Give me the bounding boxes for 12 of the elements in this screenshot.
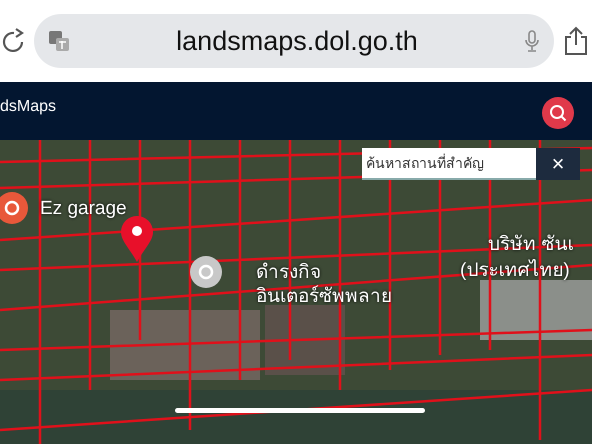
search-icon	[549, 104, 567, 122]
close-button[interactable]: ×	[536, 148, 580, 180]
url-text: landsmaps.dol.go.th	[175, 26, 419, 56]
share-icon[interactable]	[564, 26, 588, 56]
satellite-map-drawing[interactable]	[0, 140, 592, 444]
place-search-field[interactable]: ค้นหาสถานที่สำคัญ	[362, 148, 536, 180]
app-title: dsMaps	[0, 98, 56, 116]
microphone-icon[interactable]	[524, 29, 540, 53]
reload-icon[interactable]	[0, 28, 24, 54]
translate-icon[interactable]	[48, 30, 70, 52]
address-bar[interactable]: landsmaps.dol.go.th	[34, 14, 554, 68]
search-button[interactable]	[542, 97, 574, 129]
